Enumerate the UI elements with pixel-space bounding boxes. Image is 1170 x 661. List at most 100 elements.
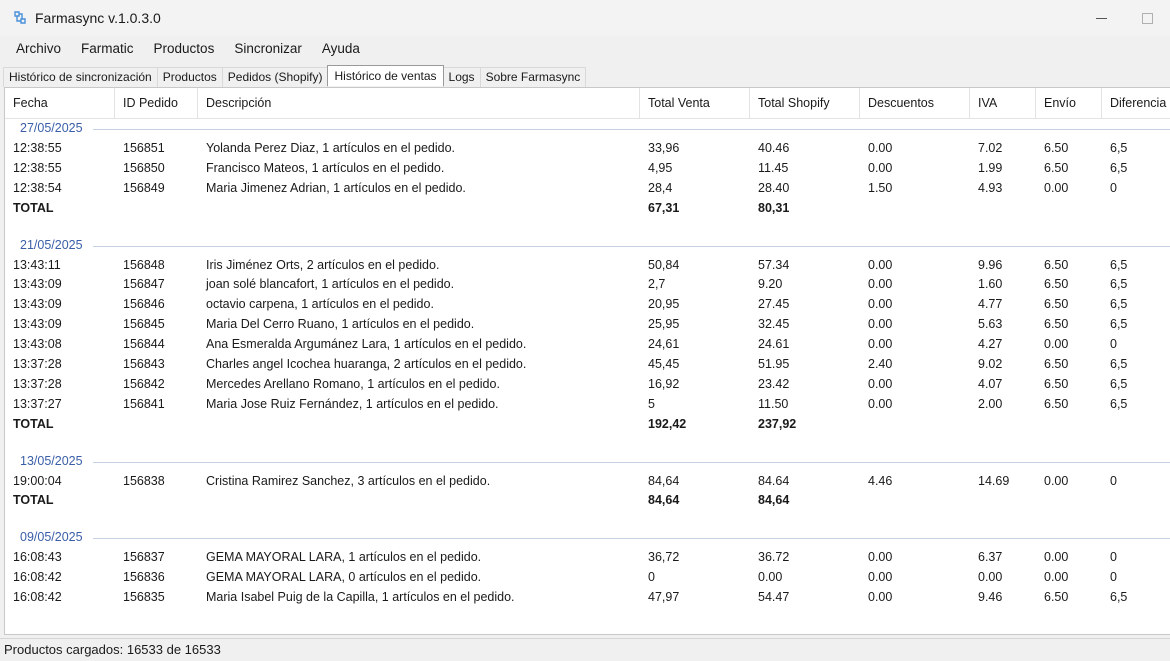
cell-fecha: 16:08:42: [13, 590, 62, 605]
tab-logs[interactable]: Logs: [442, 67, 481, 87]
table-row[interactable]: 13:43:09 156846 octavio carpena, 1 artícul…: [5, 294, 1170, 314]
table-row[interactable]: 13:43:11 156848 Iris Jiménez Orts, 2 artíc…: [5, 255, 1170, 275]
group-date: 09/05/2025: [20, 530, 87, 545]
cell-total-venta: 84,64: [648, 493, 680, 508]
total-row[interactable]: TOTAL 192,42 237,92: [5, 414, 1170, 434]
cell-total-venta: 36,72: [648, 550, 680, 565]
cell-descripcion: Maria Isabel Puig de la Capilla, 1 artíc…: [206, 590, 515, 605]
column-header-total-shopify[interactable]: Total Shopify: [750, 88, 860, 118]
tab-historico-ventas[interactable]: Histórico de ventas: [327, 65, 444, 86]
cell-diferencia: 6,5: [1110, 376, 1128, 391]
cell-total-shopify: 9.20: [758, 277, 783, 292]
table-row[interactable]: 16:08:43 156837 GEMA MAYORAL LARA, 1 artíc…: [5, 547, 1170, 567]
cell-descripcion: Charles angel Icochea huaranga, 2 artícu…: [206, 357, 527, 372]
cell-iva: 9.02: [978, 357, 1003, 372]
tab-productos[interactable]: Productos: [156, 67, 223, 87]
tab-sobre-farmasync[interactable]: Sobre Farmasync: [479, 67, 587, 87]
cell-total-shopify: 54.47: [758, 590, 790, 605]
menu-ayuda[interactable]: Ayuda: [312, 38, 370, 60]
column-header-descuentos[interactable]: Descuentos: [860, 88, 970, 118]
cell-iva: 9.46: [978, 590, 1003, 605]
cell-diferencia: 6,5: [1110, 357, 1128, 372]
cell-total-shopify: 84.64: [758, 473, 790, 488]
cell-fecha: 12:38:55: [13, 141, 62, 155]
cell-diferencia: 6,5: [1110, 277, 1128, 292]
table-row[interactable]: 13:43:08 156844 Ana Esmeralda Argumánez La…: [5, 334, 1170, 354]
sales-history-grid[interactable]: Fecha ID Pedido Descripción Total Venta Tota…: [4, 87, 1170, 635]
cell-total-shopify: 237,92: [758, 416, 797, 431]
cell-total-shopify: 36.72: [758, 550, 790, 565]
cell-total-shopify: 84,64: [758, 493, 790, 508]
column-header-id-pedido[interactable]: ID Pedido: [115, 88, 198, 118]
cell-total-shopify: 80,31: [758, 200, 790, 215]
column-header-total-venta[interactable]: Total Venta: [640, 88, 750, 118]
group-date: 27/05/2025: [20, 121, 87, 135]
cell-envio: 6.50: [1044, 160, 1069, 175]
group-header[interactable]: 09/05/2025: [5, 528, 1170, 547]
cell-fecha: 13:37:28: [13, 376, 62, 391]
cell-fecha: 13:43:11: [13, 257, 61, 272]
tab-historico-sincronizacion[interactable]: Histórico de sincronización: [3, 67, 158, 87]
cell-id-pedido: 156841: [123, 396, 165, 411]
cell-descripcion: Yolanda Perez Diaz, 1 artículos en el pe…: [206, 141, 456, 155]
column-header-fecha[interactable]: Fecha: [5, 88, 115, 118]
group-divider: [93, 129, 1170, 130]
table-row[interactable]: 13:43:09 156845 Maria Del Cerro Ruano, 1 a…: [5, 314, 1170, 334]
cell-descuentos: 2.40: [868, 357, 893, 372]
cell-id-pedido: 156847: [123, 277, 165, 292]
group-header[interactable]: 27/05/2025: [5, 119, 1170, 138]
cell-descuentos: 0.00: [868, 570, 893, 585]
table-row[interactable]: 16:08:42 156836 GEMA MAYORAL LARA, 0 artíc…: [5, 567, 1170, 587]
cell-fecha: TOTAL: [13, 416, 54, 431]
table-row[interactable]: 19:00:04 156838 Cristina Ramirez Sanchez, …: [5, 471, 1170, 491]
column-header-diferencia[interactable]: Diferencia: [1102, 88, 1170, 118]
cell-descuentos: 1.50: [868, 180, 893, 195]
menu-bar: Archivo Farmatic Productos Sincronizar A…: [0, 38, 1170, 60]
menu-archivo[interactable]: Archivo: [0, 38, 71, 60]
minimize-button[interactable]: [1078, 0, 1124, 36]
total-row[interactable]: TOTAL 84,64 84,64: [5, 490, 1170, 510]
cell-total-venta: 33,96: [648, 141, 680, 155]
cell-total-shopify: 27.45: [758, 297, 790, 312]
menu-sincronizar[interactable]: Sincronizar: [224, 38, 312, 60]
cell-iva: 2.00: [978, 396, 1003, 411]
table-row[interactable]: 13:37:28 156843 Charles angel Icochea huar…: [5, 354, 1170, 374]
cell-envio: 6.50: [1044, 357, 1069, 372]
table-row[interactable]: 13:37:27 156841 Maria Jose Ruiz Fernández,…: [5, 394, 1170, 414]
cell-descuentos: 0.00: [868, 160, 893, 175]
maximize-button[interactable]: [1124, 0, 1170, 36]
total-row[interactable]: TOTAL 67,31 80,31: [5, 198, 1170, 218]
cell-descuentos: 0.00: [868, 337, 893, 352]
table-row[interactable]: 12:38:54 156849 Maria Jimenez Adrian, 1 ar…: [5, 178, 1170, 198]
cell-fecha: 16:08:43: [13, 550, 62, 565]
cell-descripcion: Maria Jose Ruiz Fernández, 1 artículos e…: [206, 396, 499, 411]
table-row[interactable]: 12:38:55 156850 Francisco Mateos, 1 artícu…: [5, 158, 1170, 178]
cell-diferencia: 0: [1110, 473, 1117, 488]
cell-total-venta: 50,84: [648, 257, 680, 272]
cell-fecha: TOTAL: [13, 200, 54, 215]
menu-farmatic[interactable]: Farmatic: [71, 38, 144, 60]
cell-fecha: 12:38:55: [13, 160, 62, 175]
group-header[interactable]: 21/05/2025: [5, 236, 1170, 255]
menu-productos[interactable]: Productos: [144, 38, 225, 60]
column-header-descripcion[interactable]: Descripción: [198, 88, 640, 118]
cell-descuentos: 0.00: [868, 590, 893, 605]
cell-diferencia: 0: [1110, 180, 1117, 195]
grid-body: 27/05/2025 12:38:55 156851 Yolanda Perez Di…: [5, 119, 1170, 607]
group-header[interactable]: 13/05/2025: [5, 452, 1170, 471]
cell-envio: 0.00: [1044, 180, 1069, 195]
tab-pedidos-shopify[interactable]: Pedidos (Shopify): [221, 67, 329, 87]
cell-total-shopify: 0.00: [758, 570, 783, 585]
cell-id-pedido: 156846: [123, 297, 165, 312]
table-row[interactable]: 16:08:42 156835 Maria Isabel Puig de la Ca…: [5, 587, 1170, 607]
column-header-iva[interactable]: IVA: [970, 88, 1036, 118]
cell-id-pedido: 156850: [123, 160, 165, 175]
table-row[interactable]: 12:38:55 156851 Yolanda Perez Diaz, 1 artí…: [5, 138, 1170, 158]
cell-descuentos: 0.00: [868, 550, 893, 565]
cell-id-pedido: 156844: [123, 337, 165, 352]
column-header-envio[interactable]: Envío: [1036, 88, 1102, 118]
table-row[interactable]: 13:37:28 156842 Mercedes Arellano Romano, …: [5, 374, 1170, 394]
table-row[interactable]: 13:43:09 156847 joan solé blancafort, 1 ar…: [5, 274, 1170, 294]
cell-id-pedido: 156837: [123, 550, 165, 565]
